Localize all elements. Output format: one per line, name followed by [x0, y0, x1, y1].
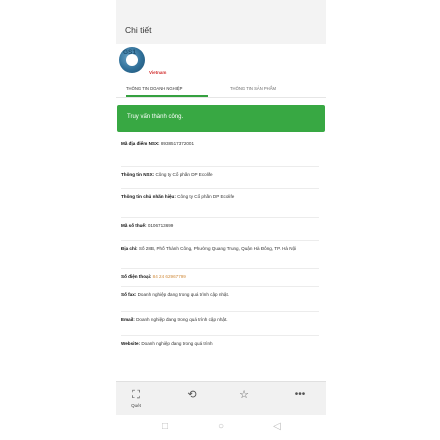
- system-nav-bar: □ ○ ◁: [116, 415, 326, 440]
- detail-row-brand-owner: Thông tin chủ nhãn hiệu: Công ty Cổ phần…: [121, 188, 319, 200]
- detail-row-location-code: Mã địa điểm NSX: 8938517372001: [121, 141, 319, 147]
- history-button[interactable]: ⟲: [180, 388, 204, 412]
- detail-row-tax-code: Mã số thuế: 0106713699: [121, 217, 319, 229]
- detail-value: Doanh nghiệp đang trong quá trình cập nh…: [136, 317, 228, 322]
- star-icon: ☆: [239, 389, 249, 401]
- back-triangle-icon[interactable]: ◁: [270, 420, 284, 434]
- success-message: Truy vấn thành công.: [127, 114, 184, 120]
- gs1-logo: GS1 Vietnam: [116, 44, 326, 80]
- detail-label: Email:: [121, 317, 135, 322]
- detail-value: 8938517372001: [160, 141, 195, 146]
- detail-row-website: Website: Doanh nghiệp đang trong quá trì…: [121, 335, 319, 347]
- scan-label: Quét: [131, 403, 141, 408]
- more-icon: •••: [294, 389, 306, 400]
- detail-label: Số fax:: [121, 292, 137, 297]
- detail-value: Công ty Cổ phần DP Ecolife: [177, 194, 235, 199]
- detail-label: Mã số thuế:: [121, 223, 147, 228]
- scan-button[interactable]: ⛶ Quét: [124, 388, 148, 412]
- detail-label: Số điện thoại:: [121, 274, 152, 279]
- detail-row-phone: Số điện thoại: 84 24 62967799: [121, 268, 319, 280]
- app-bar: Chi tiết: [116, 0, 326, 44]
- logo-subtitle: Vietnam: [149, 70, 167, 75]
- detail-label: Địa chỉ:: [121, 246, 138, 251]
- tab-bar: THÔNG TIN DOANH NGHIỆP THÔNG TIN SẢN PHẨ…: [116, 82, 326, 98]
- details-list: Mã địa điểm NSX: 8938517372001 Thông tin…: [116, 137, 326, 385]
- active-tab-indicator: [126, 95, 208, 97]
- detail-label: Thông tin chủ nhãn hiệu:: [121, 194, 176, 199]
- home-circle-icon[interactable]: ○: [214, 420, 228, 434]
- detail-value: 0106713699: [147, 223, 174, 228]
- detail-row-address: Địa chỉ: Số 28B, Phố Thành Công, Phường …: [121, 240, 319, 252]
- tab-product-info[interactable]: THÔNG TIN SẢN PHẨM: [230, 86, 276, 91]
- phone-link[interactable]: 84 24 62967799: [153, 274, 186, 279]
- history-icon: ⟲: [187, 389, 197, 401]
- detail-label: Thông tin NSX:: [121, 172, 155, 177]
- detail-row-email: Email: Doanh nghiệp đang trong quá trình…: [121, 311, 319, 323]
- tab-business-info[interactable]: THÔNG TIN DOANH NGHIỆP: [126, 86, 182, 91]
- detail-value: Doanh nghiệp đang trong quá trình: [141, 341, 213, 346]
- detail-value: Công ty Cổ phần DP Ecolife: [155, 172, 213, 177]
- detail-label: Mã địa điểm NSX:: [121, 141, 160, 146]
- detail-row-fax: Số fax: Doanh nghiệp đang trong quá trìn…: [121, 286, 319, 298]
- bottom-action-bar: ⛶ Quét ⟲ ☆ •••: [116, 381, 326, 415]
- scan-icon: ⛶: [132, 389, 140, 401]
- phone-screen: Chi tiết GS1 Vietnam THÔNG TIN DOANH NGH…: [116, 0, 326, 440]
- recent-apps-square-icon[interactable]: □: [158, 420, 172, 434]
- detail-row-manufacturer: Thông tin NSX: Công ty Cổ phần DP Ecolif…: [121, 166, 319, 178]
- gs1-logo-icon: GS1: [119, 47, 145, 73]
- detail-value: Số 28B, Phố Thành Công, Phường Quang Tru…: [138, 246, 297, 251]
- detail-label: Website:: [121, 341, 141, 346]
- page-title: Chi tiết: [125, 25, 152, 35]
- detail-value: Doanh nghiệp đang trong quá trình cập nh…: [137, 292, 230, 297]
- success-banner: Truy vấn thành công.: [117, 105, 325, 132]
- more-button[interactable]: •••: [288, 388, 312, 412]
- logo-mark-text: GS1: [123, 49, 137, 56]
- favorite-button[interactable]: ☆: [232, 388, 256, 412]
